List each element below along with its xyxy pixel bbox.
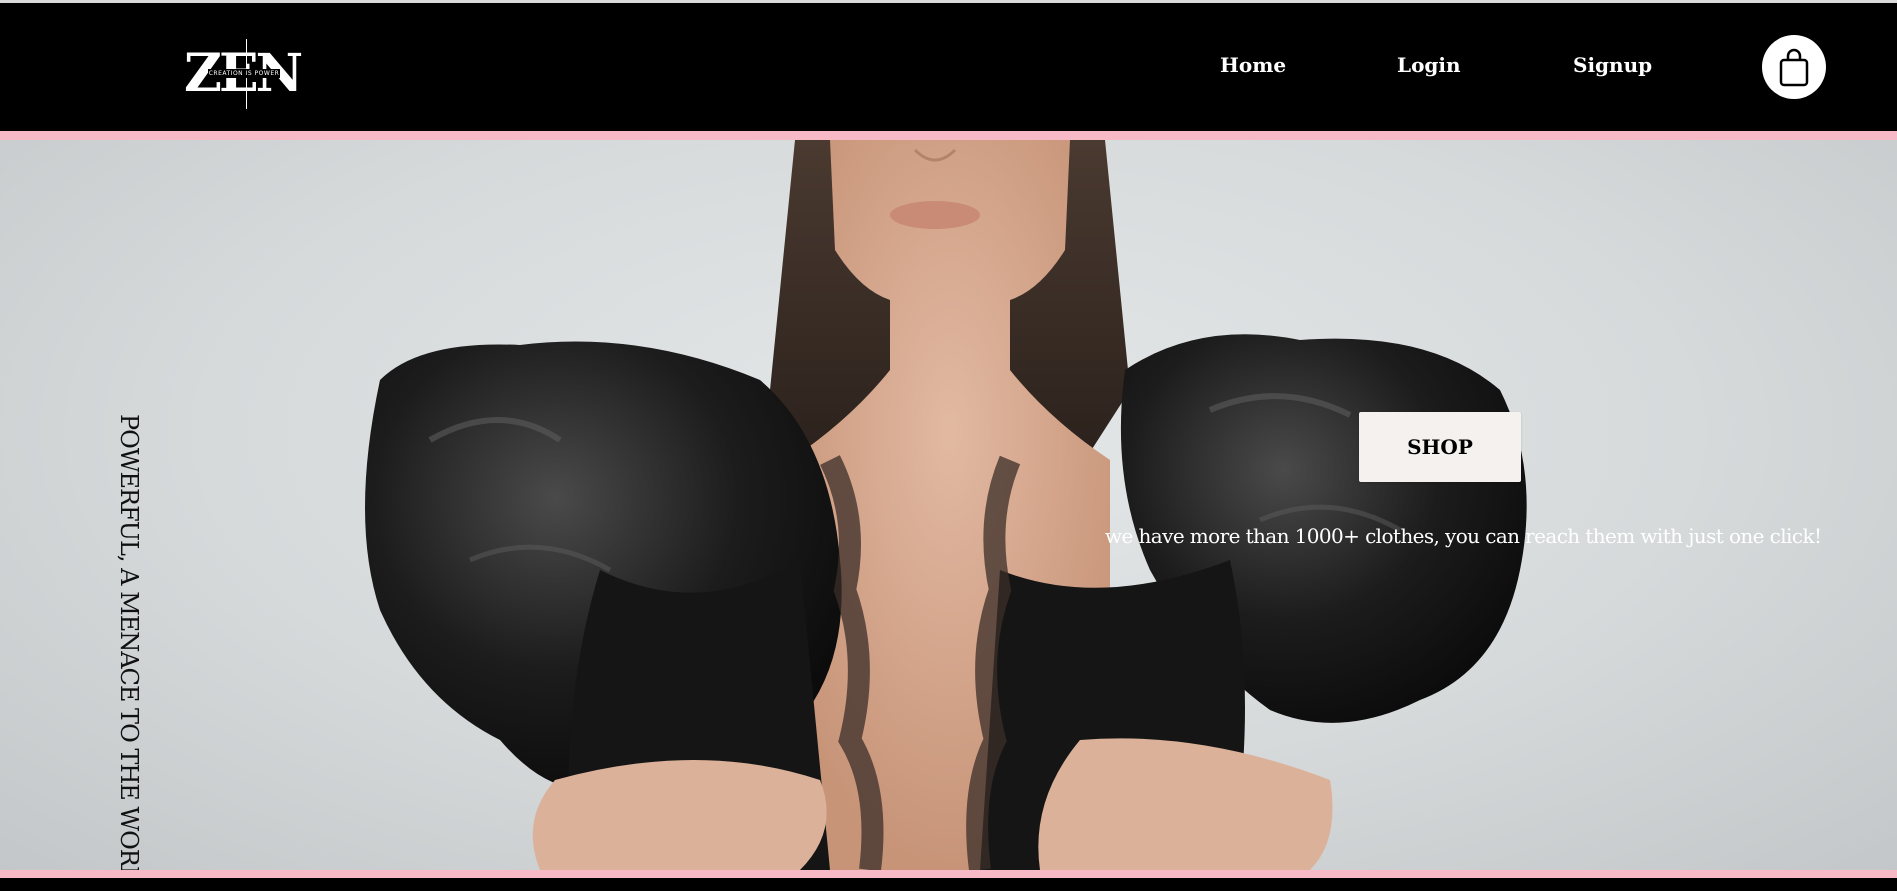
nav-signup-link[interactable]: Signup	[1573, 53, 1652, 77]
brand-logo[interactable]: ZEN CREATION IS POWER	[184, 39, 304, 109]
navbar: ZEN CREATION IS POWER Home Login Signup	[0, 3, 1897, 131]
shopping-bag-icon	[1779, 48, 1809, 87]
hero-tagline: we have more than 1000+ clothes, you can…	[1105, 524, 1822, 548]
hero-section: POWERFUL, A MENACE TO THE WORLD	[0, 140, 1897, 870]
nav-home-link[interactable]: Home	[1220, 53, 1286, 77]
shop-button[interactable]: SHOP	[1359, 412, 1521, 482]
accent-bar-top	[0, 131, 1897, 140]
accent-bar-bottom	[0, 870, 1897, 878]
footer-strip	[0, 878, 1897, 891]
logo-tagline: CREATION IS POWER	[208, 69, 280, 78]
cart-button[interactable]	[1762, 35, 1826, 99]
hero-vertical-slogan: POWERFUL, A MENACE TO THE WORLD	[115, 414, 143, 870]
hero-model-image	[365, 140, 1527, 870]
nav-login-link[interactable]: Login	[1397, 53, 1461, 77]
